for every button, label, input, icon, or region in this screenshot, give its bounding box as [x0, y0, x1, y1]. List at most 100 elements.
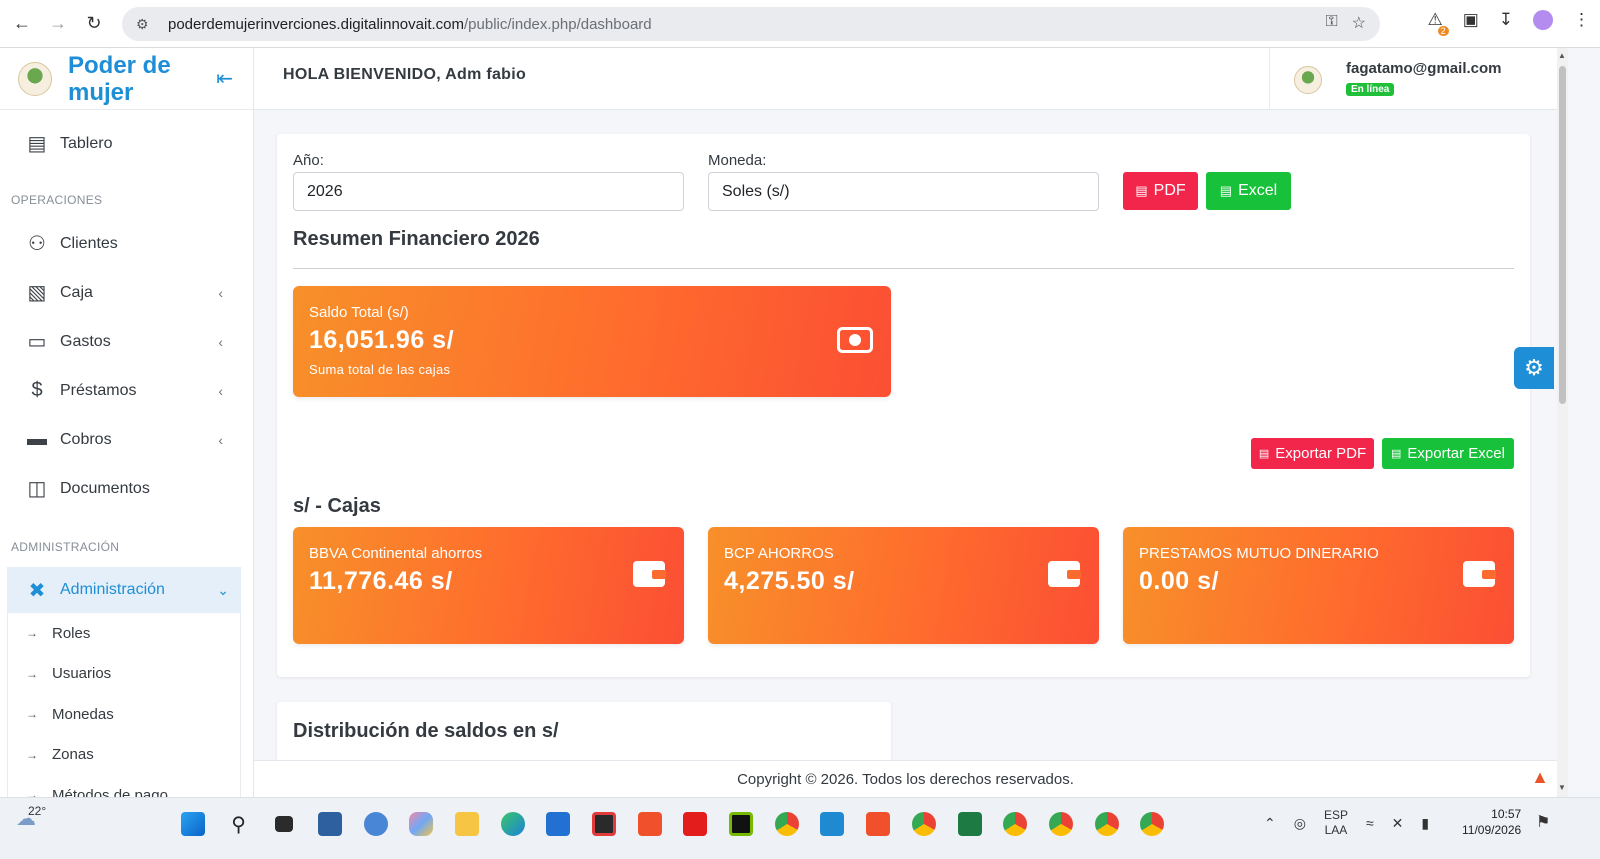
nvidia-icon[interactable] — [718, 810, 764, 838]
chrome-icon[interactable] — [764, 810, 810, 838]
caja-value: 4,275.50 s/ — [724, 567, 855, 595]
user-menu[interactable]: fagatamo@gmail.com En línea — [1269, 48, 1557, 110]
extensions-puzzle-icon[interactable]: ▣ — [1463, 10, 1479, 30]
search-icon[interactable]: ⚲ — [216, 810, 262, 838]
recorder-icon[interactable] — [581, 810, 627, 838]
windows-start-icon[interactable] — [170, 810, 216, 838]
battery-icon[interactable]: ▮ — [1421, 815, 1429, 832]
app-icon[interactable] — [307, 810, 353, 838]
arrow-right-icon: → — [26, 666, 38, 681]
file-explorer-icon[interactable] — [444, 810, 490, 838]
currency-select[interactable]: Soles (s/) — [708, 172, 1099, 211]
bookmark-star-icon[interactable]: ☆ — [1352, 13, 1366, 33]
chrome-icon[interactable] — [901, 810, 947, 838]
password-key-icon[interactable]: ⚿ — [1325, 13, 1337, 33]
summary-title: Resumen Financiero 2026 — [293, 228, 540, 250]
wallet-icon: ▭ — [27, 331, 47, 353]
total-balance-subtitle: Suma total de las cajas — [309, 362, 451, 377]
arrow-right-icon: → — [26, 707, 38, 722]
excel-icon[interactable] — [947, 810, 993, 838]
sidebar-item-documentos[interactable]: ◫ Documentos — [0, 464, 253, 513]
settings-gear-button[interactable]: ⚙ — [1514, 347, 1554, 389]
weather-widget[interactable]: ☁ 22° — [16, 804, 46, 831]
profile-avatar[interactable] — [1533, 10, 1553, 30]
chrome-icon[interactable] — [1129, 810, 1175, 838]
caja-name: BBVA Continental ahorros — [309, 545, 483, 562]
caja-value: 0.00 s/ — [1139, 567, 1219, 595]
sidebar-subitem-usuarios[interactable]: → Usuarios — [8, 654, 240, 695]
temperature: 22° — [28, 804, 47, 818]
language-indicator[interactable]: ESP LAA — [1324, 808, 1348, 838]
year-select[interactable]: 2026 — [293, 172, 684, 211]
export-pdf-button[interactable]: ▤ Exportar PDF — [1251, 438, 1374, 469]
export-excel-button[interactable]: ▤ Exportar Excel — [1382, 438, 1514, 469]
sidebar-subitem-roles[interactable]: → Roles — [8, 613, 240, 654]
address-bar[interactable]: ⚙ poderdemujerinverciones.digitalinnovai… — [122, 7, 1380, 41]
page-scrollbar[interactable]: ▲ ▼ — [1557, 48, 1568, 797]
arrow-right-icon: → — [26, 747, 38, 762]
chrome-icon[interactable] — [1084, 810, 1130, 838]
wifi-icon[interactable]: ≈ — [1366, 815, 1374, 831]
sidebar-item-tablero[interactable]: ▤ Tablero — [0, 119, 253, 168]
sidebar-subitem-monedas[interactable]: → Monedas — [8, 694, 240, 735]
clock[interactable]: 10:57 11/09/2026 — [1462, 806, 1521, 838]
wallet-icon — [633, 561, 666, 587]
file-excel-icon: ▤ — [1391, 448, 1402, 460]
app-l-icon[interactable] — [673, 810, 719, 838]
copilot-icon[interactable] — [398, 810, 444, 838]
excel-button[interactable]: ▤ Excel — [1206, 172, 1291, 210]
sidebar-item-cobros[interactable]: ▬ Cobros ‹ — [0, 415, 253, 464]
sidebar-item-clientes[interactable]: ⚇ Clientes — [0, 219, 253, 268]
sidebar-item-caja[interactable]: ▧ Caja ‹ — [0, 268, 253, 317]
export-pdf-label: Exportar PDF — [1275, 445, 1367, 462]
task-view-icon[interactable] — [261, 810, 307, 838]
download-icon[interactable]: ↧ — [1499, 10, 1513, 30]
sidebar-item-administracion[interactable]: ✖ Administración ⌄ — [7, 567, 241, 613]
back-icon[interactable]: ← — [8, 10, 36, 38]
caja-name: BCP AHORROS — [724, 545, 834, 562]
globe-app-icon[interactable] — [353, 810, 399, 838]
sidebar-item-prestamos[interactable]: $ Préstamos ‹ — [0, 366, 253, 415]
tray-app-icon[interactable]: ◎ — [1294, 815, 1306, 832]
brand-title[interactable]: Poder de mujer — [68, 52, 188, 106]
extension-alert-icon[interactable]: ⚠ 2 — [1427, 10, 1449, 36]
notification-bell-icon[interactable]: ⚑ — [1536, 812, 1550, 832]
scroll-up-icon[interactable]: ▲ — [1558, 51, 1566, 60]
users-icon: ⚇ — [28, 233, 46, 255]
chevron-left-icon: ‹ — [218, 431, 223, 448]
chart-area-icon: ▤ — [27, 133, 47, 155]
sidebar: Poder de mujer ⇤ ▤ Tablero OPERACIONES ⚇… — [0, 48, 254, 797]
caja-name: PRESTAMOS MUTUO DINERARIO — [1139, 545, 1379, 562]
footer: Copyright © 2026. Todos los derechos res… — [254, 760, 1557, 797]
system-tray: ⌃ ◎ ESP LAA ≈ ✕ ▮ — [1264, 808, 1429, 838]
vscode-icon[interactable] — [810, 810, 856, 838]
sidebar-item-gastos[interactable]: ▭ Gastos ‹ — [0, 317, 253, 366]
forward-icon[interactable]: → — [44, 10, 72, 38]
scroll-thumb[interactable] — [1559, 66, 1566, 404]
brave-icon[interactable] — [627, 810, 673, 838]
collapse-sidebar-icon[interactable]: ⇤ — [216, 66, 233, 91]
clock-time: 10:57 — [1491, 807, 1522, 821]
chevron-up-icon[interactable]: ⌃ — [1264, 815, 1276, 832]
subitem-label: Métodos de pago — [52, 786, 168, 797]
app-header: HOLA BIENVENIDO, Adm fabio fagatamo@gmai… — [254, 48, 1557, 110]
chrome-icon[interactable] — [992, 810, 1038, 838]
edge-icon[interactable] — [490, 810, 536, 838]
chrome-icon[interactable] — [1038, 810, 1084, 838]
reload-icon[interactable]: ↻ — [80, 10, 108, 38]
store-icon[interactable] — [536, 810, 582, 838]
browser-menu-icon[interactable]: ⋮ — [1573, 10, 1590, 30]
file-pdf-icon: ▤ — [1135, 183, 1148, 198]
brave-icon[interactable] — [855, 810, 901, 838]
sidebar-subitem-metodos-pago[interactable]: → Métodos de pago — [8, 775, 240, 797]
pdf-button[interactable]: ▤ PDF — [1123, 172, 1198, 210]
fire-icon[interactable]: ▲ — [1531, 767, 1549, 788]
site-info-icon[interactable]: ⚙ — [136, 16, 156, 33]
credit-card-icon: ▬ — [27, 428, 47, 450]
sidebar-item-label: Préstamos — [60, 381, 137, 399]
sidebar-subitem-zonas[interactable]: → Zonas — [8, 735, 240, 776]
excel-button-label: Excel — [1238, 182, 1278, 199]
hand-dollar-icon: $ — [31, 379, 43, 401]
volume-muted-icon[interactable]: ✕ — [1392, 815, 1404, 832]
scroll-down-icon[interactable]: ▼ — [1558, 783, 1566, 792]
